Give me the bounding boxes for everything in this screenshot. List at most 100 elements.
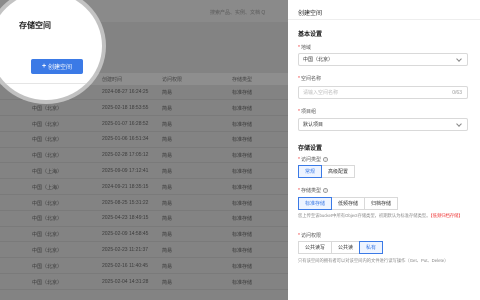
cell-storage: 标准存储	[232, 90, 253, 96]
plus-icon: +	[41, 63, 47, 70]
cell-region: 中国（北京）	[32, 232, 63, 239]
name-placeholder: 请输入空间名称	[303, 90, 339, 96]
table-row[interactable]: 中国（北京） 2025-02-16 11:40:45 简易 标准存储	[0, 260, 288, 275]
table-row[interactable]: 中国（北京） 2025-02-18 18:53:55 简易 标准存储	[0, 102, 288, 117]
cell-created: 2025-02-23 11:21:37	[102, 247, 149, 253]
cell-created: 2025-04-23 18:49:15	[102, 215, 149, 222]
create-space-button[interactable]: + 创建空间	[31, 59, 83, 74]
col-created: 创建时间	[102, 77, 123, 83]
access-type-label: *访问类型?	[298, 157, 328, 163]
storage-type-infrequent[interactable]: 低频存储	[331, 197, 366, 210]
cell-access: 简易	[162, 137, 173, 144]
acl-public-read-write[interactable]: 公共读写	[298, 241, 333, 254]
cell-created: 2025-08-25 15:31:22	[102, 199, 149, 206]
divider	[288, 19, 480, 20]
cell-region: 中国（北京）	[32, 216, 63, 223]
cell-created: 2025-02-18 18:53:55	[102, 104, 149, 111]
cell-access: 简易	[162, 153, 173, 160]
cell-storage: 标准存储	[232, 200, 253, 207]
cell-access: 简易	[162, 169, 173, 175]
table-row[interactable]: 中国（北京） 2025-02-23 11:21:37 简易 标准存储	[0, 244, 288, 259]
table-row[interactable]: 中国（北京） 2025-02-28 17:05:12 简易 标准存储	[0, 149, 288, 164]
cell-access: 简易	[162, 216, 173, 223]
access-type-standard[interactable]: 常规	[298, 165, 323, 178]
cell-access: 简易	[162, 184, 173, 191]
cell-storage: 标准存储	[232, 169, 253, 175]
chevron-down-icon	[456, 56, 462, 62]
cell-storage: 标准存储	[232, 105, 253, 112]
cell-region: 中国（北京）	[32, 137, 63, 144]
cell-region: 中国（北京）	[32, 105, 63, 112]
cell-region: 中国（北京）	[32, 121, 63, 128]
cell-created: 2024-09-21 18:35:15	[102, 183, 149, 190]
storage-note-link[interactable]: 【低频归档存储】	[431, 213, 463, 218]
cell-access: 简易	[162, 90, 173, 96]
cell-region: 中国（北京）	[32, 279, 63, 286]
name-label: *空间名称	[298, 76, 321, 82]
acl-label: *访问权限	[298, 233, 321, 239]
table-row[interactable]: 中国（上海） 2025-09-09 17:12:41 简易 标准存储	[0, 165, 288, 180]
cell-created: 2025-02-09 14:58:45	[102, 231, 149, 238]
cell-storage: 标准存储	[232, 263, 253, 270]
storage-type-group: 标准存储 低频存储 归档存储	[298, 197, 399, 210]
acl-public-read[interactable]: 公共读	[331, 241, 361, 254]
cell-access: 简易	[162, 232, 173, 239]
cell-access: 简易	[162, 121, 173, 128]
cell-region: 中国（北京）	[32, 153, 63, 160]
cell-storage: 标准存储	[232, 216, 253, 223]
table-row[interactable]: 中国（北京） 2025-01-06 16:51:34 简易 标准存储	[0, 133, 288, 148]
project-select[interactable]: 默认项目	[298, 118, 468, 131]
table-row[interactable]: 中国（北京） 2025-01-07 16:28:52 简易 标准存储	[0, 118, 288, 132]
cell-region: 中国（北京）	[32, 263, 63, 270]
storage-type-label: *存储类型?	[298, 188, 328, 194]
table-row[interactable]: 中国（北京） 2025-02-04 14:31:28 简易 标准存储	[0, 276, 288, 290]
table-row[interactable]: 中国（北京） 2025-08-25 15:31:22 简易 标准存储	[0, 197, 288, 211]
cell-created: 2025-01-06 16:51:34	[102, 136, 149, 143]
acl-group: 公共读写 公共读 私有	[298, 241, 384, 254]
space-name-input[interactable]: 请输入空间名称 0/63	[298, 86, 468, 99]
cell-region: 中国（北京）	[32, 248, 63, 254]
basic-settings-heading: 基本设置	[298, 32, 323, 38]
cell-region: 中国（北京）	[32, 200, 63, 207]
cell-created: 2025-02-16 11:40:45	[102, 262, 149, 269]
drawer-title: 创建空间	[298, 11, 323, 17]
cell-storage: 标准存储	[232, 184, 253, 191]
create-space-drawer: 创建空间 基本设置 *地域 中国（北京） *空间名称 请输入空间名称 0/63 …	[288, 0, 480, 300]
storage-settings-heading: 存储设置	[298, 146, 323, 152]
help-icon: ?	[322, 157, 328, 163]
storage-note: 您上传至该bucket中所有Object存储类型，初期默认为标准存储类型。【低频…	[298, 213, 463, 218]
region-value: 中国（北京）	[303, 57, 334, 63]
table-row[interactable]: 中国（北京） 2025-02-09 14:58:45 简易 标准存储	[0, 228, 288, 243]
cell-storage: 标准存储	[232, 137, 253, 144]
col-access: 访问权限	[162, 77, 183, 83]
acl-private[interactable]: 私有	[359, 241, 384, 254]
project-label: *项目组	[298, 109, 316, 115]
storage-type-archive[interactable]: 归档存储	[364, 197, 399, 210]
cell-storage: 标准存储	[232, 248, 253, 254]
cell-access: 简易	[162, 248, 173, 254]
cell-region: 中国（上海）	[32, 169, 63, 175]
cell-created: 2025-09-09 17:12:41	[102, 168, 149, 174]
table-row[interactable]: 中国（上海） 2024-09-21 18:35:15 简易 标准存储	[0, 181, 288, 196]
cell-storage: 标准存储	[232, 232, 253, 239]
divider	[0, 83, 102, 84]
access-type-advanced[interactable]: 高级配置	[321, 165, 356, 178]
acl-note: 只有该空间的拥有者可以对该空间内的文件进行读写操作（Get、Put、Delete…	[298, 258, 449, 263]
cell-access: 简易	[162, 105, 173, 112]
table-row[interactable]: 中国（北京） 2025-04-23 18:49:15 简易 标准存储	[0, 212, 288, 227]
project-value: 默认项目	[303, 122, 324, 128]
cell-storage: 标准存储	[232, 153, 253, 160]
cell-region: 中国（上海）	[32, 184, 63, 191]
cell-created: 2024-08-27 16:24:25	[102, 89, 149, 95]
region-select[interactable]: 中国（北京）	[298, 53, 468, 66]
page-title: 存储空间	[19, 21, 51, 30]
region-label: *地域	[298, 45, 311, 51]
cell-access: 简易	[162, 279, 173, 286]
create-space-label: 创建空间	[48, 65, 73, 71]
global-search[interactable]: 搜索产品、实例、文档 Q	[210, 9, 265, 16]
cell-storage: 标准存储	[232, 121, 253, 128]
storage-type-standard[interactable]: 标准存储	[298, 197, 333, 210]
cell-access: 简易	[162, 263, 173, 270]
chevron-down-icon	[456, 121, 462, 127]
cell-storage: 标准存储	[232, 279, 253, 286]
